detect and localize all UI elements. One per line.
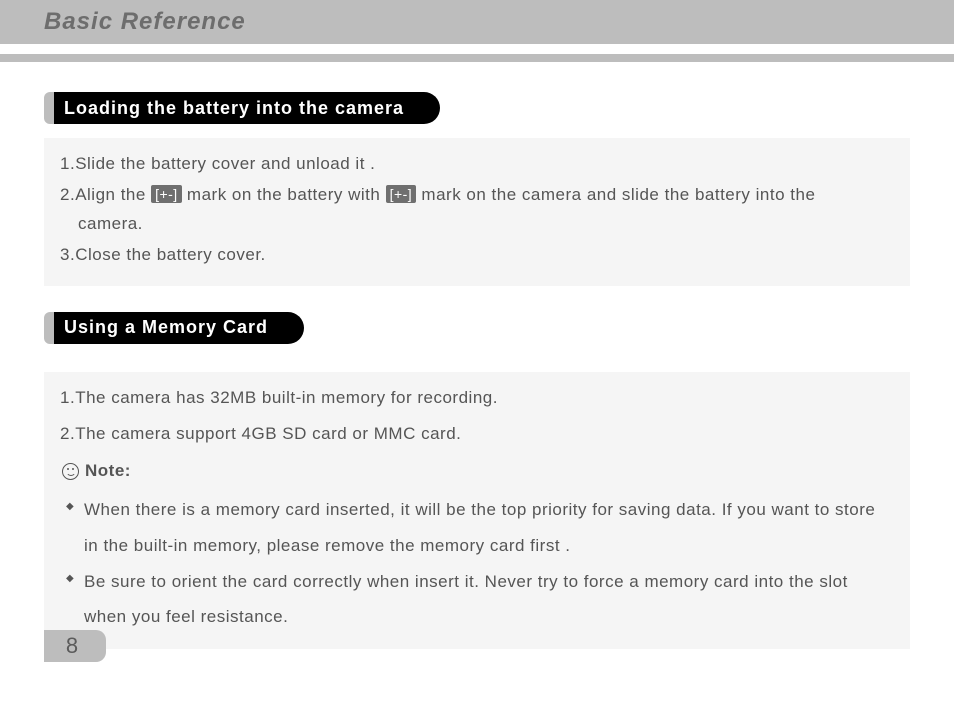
note-bullets: When there is a memory card inserted, it… <box>60 492 894 635</box>
memory-step-1: 1.The camera has 32MB built-in memory fo… <box>60 384 894 413</box>
section-heading-memory: Using a Memory Card <box>44 312 304 344</box>
polarity-badge: [+-] <box>151 185 182 203</box>
battery-step-3: 3.Close the battery cover. <box>60 241 894 270</box>
battery-step-1: 1.Slide the battery cover and unload it … <box>60 150 894 179</box>
section-body-memory: 1.The camera has 32MB built-in memory fo… <box>44 372 910 649</box>
heading-accent <box>44 92 54 124</box>
section-body-battery: 1.Slide the battery cover and unload it … <box>44 138 910 286</box>
step-text-cont: camera. <box>60 210 894 239</box>
step-number: 2. <box>60 185 75 204</box>
step-number: 3. <box>60 245 75 264</box>
battery-step-2: 2.Align the [+-] mark on the battery wit… <box>60 181 894 239</box>
header-band: Basic Reference <box>0 0 954 44</box>
section-heading-battery: Loading the battery into the camera <box>44 92 440 124</box>
step-number: 1. <box>60 154 75 173</box>
page-content: Loading the battery into the camera 1.Sl… <box>0 62 954 649</box>
step-text: Close the battery cover. <box>75 245 266 264</box>
note-bullet-1: When there is a memory card inserted, it… <box>64 492 894 563</box>
note-line: Note: <box>62 457 894 486</box>
page-number: 8 <box>44 630 106 662</box>
smiley-icon <box>62 463 79 480</box>
page-header-title: Basic Reference <box>44 8 246 36</box>
header-divider <box>0 54 954 62</box>
heading-text: Loading the battery into the camera <box>54 92 440 124</box>
step-text: The camera support 4GB SD card or MMC ca… <box>75 424 461 443</box>
step-number: 1. <box>60 388 75 407</box>
polarity-badge: [+-] <box>386 185 417 203</box>
step-number: 2. <box>60 424 75 443</box>
step-text: The camera has 32MB built-in memory for … <box>75 388 498 407</box>
step-text: Slide the battery cover and unload it . <box>75 154 375 173</box>
heading-text: Using a Memory Card <box>54 312 304 344</box>
heading-accent <box>44 312 54 344</box>
step-text-c: mark on the camera and slide the battery… <box>416 185 815 204</box>
step-text-b: mark on the battery with <box>182 185 386 204</box>
memory-step-2: 2.The camera support 4GB SD card or MMC … <box>60 420 894 449</box>
note-bullet-2: Be sure to orient the card correctly whe… <box>64 564 894 635</box>
note-label: Note: <box>85 457 131 486</box>
step-text-a: Align the <box>75 185 151 204</box>
